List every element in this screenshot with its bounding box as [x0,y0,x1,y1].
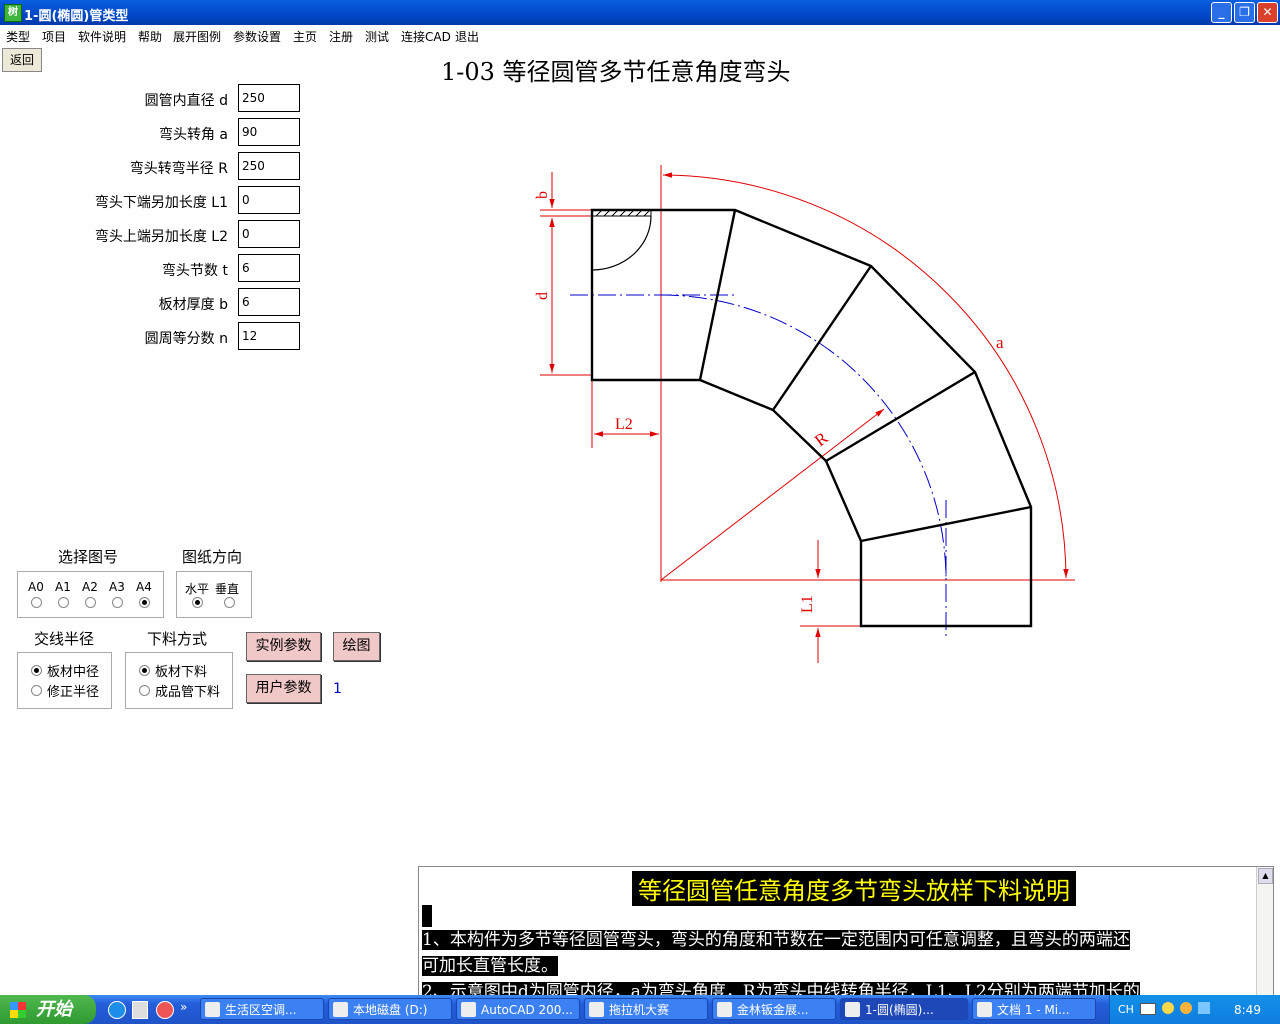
label-l1: L1 [799,595,816,613]
quicklaunch-more-icon[interactable]: » [180,1000,187,1014]
autocad-icon [461,1002,476,1017]
task-local-disk[interactable]: 本地磁盘 (D:) [328,998,452,1020]
media-icon[interactable] [156,1001,174,1019]
vertical-scrollbar[interactable]: ▲ [1256,867,1273,997]
profile-quarter-arc [591,215,652,271]
description-line-1: 1、本构件为多节等径圆管弯头，弯头的角度和节数在一定范围内可任意调整，且弯头的两… [422,930,1130,950]
description-line-2: 可加长直管长度。 [422,956,558,976]
task-word-doc[interactable]: 文档 1 - Mi... [972,998,1096,1020]
center-line [570,294,947,640]
taskbar: 开始 » 生活区空调... 本地磁盘 (D:) AutoCAD 200... 拖… [0,995,1280,1024]
drive-icon [333,1002,348,1017]
label-b: b [534,191,551,199]
word-icon [977,1002,992,1017]
app-icon [717,1002,732,1017]
desktop-icon[interactable] [132,1001,148,1019]
start-button[interactable]: 开始 [0,995,96,1024]
description-panel[interactable]: 等径圆管任意角度多节弯头放样下料说明 1、本构件为多节等径圆管弯头，弯头的角度和… [418,866,1274,998]
tray-arrow-icon[interactable] [1162,1002,1174,1014]
elbow-outline [590,208,1033,628]
task-tractor[interactable]: 拖拉机大赛 [584,998,708,1020]
label-l2: L2 [615,416,633,433]
task-current-window[interactable]: 1-圆(椭圆)... [840,998,968,1020]
clock: 8:49 [1234,1003,1261,1017]
windows-logo-icon [10,1002,26,1018]
qq-icon[interactable] [1180,1002,1192,1014]
description-body: 1、本构件为多节等径圆管弯头，弯头的角度和节数在一定范围内可任意调整，且弯头的两… [422,927,1252,997]
keyboard-icon[interactable] [1140,1003,1156,1015]
app-icon [589,1002,604,1017]
app-icon [845,1002,860,1017]
start-label: 开始 [36,999,72,1020]
task-autocad[interactable]: AutoCAD 200... [456,998,580,1020]
task-jinlin[interactable]: 金林钣金展... [712,998,836,1020]
label-d: d [534,292,551,300]
label-a: a [996,333,1004,352]
system-tray: CH 8:49 [1109,995,1280,1024]
network-icon[interactable] [1198,1002,1210,1014]
text-cursor [422,905,432,927]
ie-icon[interactable] [108,1001,126,1019]
description-title: 等径圆管任意角度多节弯头放样下料说明 [632,871,1076,906]
language-indicator[interactable]: CH [1118,1003,1134,1016]
label-r: R [811,428,832,450]
scroll-up-icon[interactable]: ▲ [1258,868,1273,884]
folder-icon [205,1002,220,1017]
task-folder[interactable]: 生活区空调... [200,998,324,1020]
